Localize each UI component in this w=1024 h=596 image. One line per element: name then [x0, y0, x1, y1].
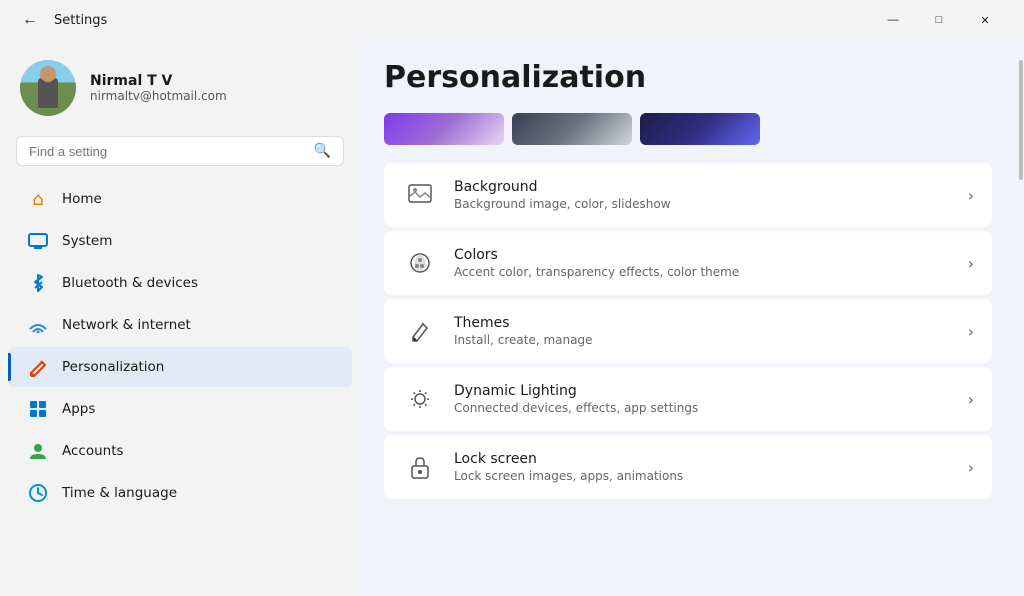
colors-chevron: ›	[968, 254, 974, 273]
nav-item-apps[interactable]: Apps	[8, 389, 352, 429]
settings-item-lock-screen[interactable]: Lock screen Lock screen images, apps, an…	[384, 435, 992, 499]
background-desc: Background image, color, slideshow	[454, 197, 952, 211]
nav-item-accounts[interactable]: Accounts	[8, 431, 352, 471]
theme-strip	[384, 113, 992, 145]
lock-screen-text: Lock screen Lock screen images, apps, an…	[454, 451, 952, 483]
nav-item-personalization[interactable]: Personalization	[8, 347, 352, 387]
nav-label-time: Time & language	[62, 485, 177, 501]
app-title: Settings	[54, 13, 107, 28]
lock-screen-title: Lock screen	[454, 451, 952, 467]
nav-item-system[interactable]: System	[8, 221, 352, 261]
nav-label-accounts: Accounts	[62, 443, 124, 459]
avatar	[20, 60, 76, 116]
dynamic-lighting-title: Dynamic Lighting	[454, 383, 952, 399]
minimize-button[interactable]: —	[870, 4, 916, 36]
background-title: Background	[454, 179, 952, 195]
sidebar: Nirmal T V nirmaltv@hotmail.com 🔍 ⌂ Home…	[0, 40, 360, 596]
profile-info: Nirmal T V nirmaltv@hotmail.com	[90, 73, 227, 103]
nav-label-apps: Apps	[62, 401, 95, 417]
settings-item-background[interactable]: Background Background image, color, slid…	[384, 163, 992, 227]
system-icon	[28, 231, 48, 251]
lock-screen-chevron: ›	[968, 458, 974, 477]
background-chevron: ›	[968, 186, 974, 205]
content-area: Personalization Background Background im…	[360, 40, 1024, 596]
avatar-body-shape	[38, 78, 58, 108]
profile-section[interactable]: Nirmal T V nirmaltv@hotmail.com	[0, 48, 360, 136]
settings-item-colors[interactable]: Colors Accent color, transparency effect…	[384, 231, 992, 295]
dynamic-lighting-text: Dynamic Lighting Connected devices, effe…	[454, 383, 952, 415]
app-body: Nirmal T V nirmaltv@hotmail.com 🔍 ⌂ Home…	[0, 40, 1024, 596]
background-text: Background Background image, color, slid…	[454, 179, 952, 211]
search-icon: 🔍	[314, 143, 331, 159]
close-button[interactable]: ✕	[962, 4, 1008, 36]
background-icon	[402, 177, 438, 213]
network-icon	[28, 315, 48, 335]
themes-text: Themes Install, create, manage	[454, 315, 952, 347]
scrollbar-track[interactable]	[1018, 40, 1024, 596]
nav-label-personalization: Personalization	[62, 359, 164, 375]
nav-item-home[interactable]: ⌂ Home	[8, 179, 352, 219]
nav-item-network[interactable]: Network & internet	[8, 305, 352, 345]
search-input[interactable]	[29, 144, 306, 159]
nav-label-network: Network & internet	[62, 317, 191, 333]
personalization-icon	[28, 357, 48, 377]
nav-label-system: System	[62, 233, 112, 249]
apps-icon	[28, 399, 48, 419]
nav-item-time[interactable]: Time & language	[8, 473, 352, 513]
back-button[interactable]: ←	[16, 6, 44, 34]
settings-list: Background Background image, color, slid…	[384, 163, 992, 499]
search-box[interactable]: 🔍	[16, 136, 344, 166]
colors-desc: Accent color, transparency effects, colo…	[454, 265, 952, 279]
time-icon	[28, 483, 48, 503]
bluetooth-icon	[28, 273, 48, 293]
theme-swatch-1[interactable]	[384, 113, 504, 145]
themes-chevron: ›	[968, 322, 974, 341]
nav-label-bluetooth: Bluetooth & devices	[62, 275, 198, 291]
page-title: Personalization	[384, 60, 992, 95]
title-bar: ← Settings — □ ✕	[0, 0, 1024, 40]
dynamic-lighting-desc: Connected devices, effects, app settings	[454, 401, 952, 415]
themes-icon	[402, 313, 438, 349]
home-icon: ⌂	[28, 189, 48, 209]
accounts-icon	[28, 441, 48, 461]
nav-label-home: Home	[62, 191, 102, 207]
dynamic-lighting-chevron: ›	[968, 390, 974, 409]
dynamic-lighting-icon	[402, 381, 438, 417]
colors-text: Colors Accent color, transparency effect…	[454, 247, 952, 279]
colors-title: Colors	[454, 247, 952, 263]
avatar-head-shape	[40, 66, 56, 82]
title-bar-left: ← Settings	[16, 6, 107, 34]
profile-name: Nirmal T V	[90, 73, 227, 89]
lock-screen-icon	[402, 449, 438, 485]
profile-email: nirmaltv@hotmail.com	[90, 89, 227, 103]
theme-swatch-3[interactable]	[640, 113, 760, 145]
themes-desc: Install, create, manage	[454, 333, 952, 347]
themes-title: Themes	[454, 315, 952, 331]
settings-item-themes[interactable]: Themes Install, create, manage ›	[384, 299, 992, 363]
maximize-button[interactable]: □	[916, 4, 962, 36]
settings-item-dynamic-lighting[interactable]: Dynamic Lighting Connected devices, effe…	[384, 367, 992, 431]
window-controls: — □ ✕	[870, 4, 1008, 36]
nav-item-bluetooth[interactable]: Bluetooth & devices	[8, 263, 352, 303]
theme-swatch-2[interactable]	[512, 113, 632, 145]
lock-screen-desc: Lock screen images, apps, animations	[454, 469, 952, 483]
scrollbar-thumb[interactable]	[1019, 60, 1023, 180]
colors-icon	[402, 245, 438, 281]
